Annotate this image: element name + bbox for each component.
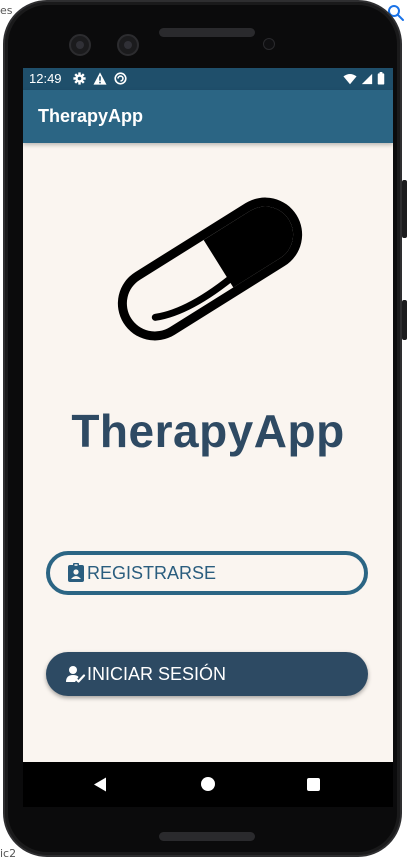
back-icon[interactable] (93, 777, 107, 792)
alert-triangle-icon (93, 72, 107, 85)
toolbar-title: TherapyApp (38, 106, 144, 126)
recents-icon[interactable] (307, 778, 320, 791)
register-button-label: REGISTRARSE (87, 562, 217, 583)
battery-icon (377, 72, 385, 85)
earpiece-speaker (159, 28, 255, 37)
status-bar: 12:49 (23, 68, 393, 90)
login-button[interactable]: INICIAR SESIÓN (46, 652, 368, 696)
front-camera-icon (117, 34, 139, 56)
home-icon[interactable] (201, 777, 215, 791)
status-time: 12:49 (29, 71, 62, 86)
device-screen: 12:49 TherapyApp TherapyApp REGISTRARSE … (23, 68, 393, 807)
sync-circle-icon (114, 72, 127, 85)
front-camera-icon (69, 34, 91, 56)
app-name-heading: TherapyApp (71, 405, 345, 457)
power-button (402, 180, 407, 238)
bottom-speaker (159, 832, 255, 841)
signal-icon (361, 73, 373, 84)
pill-capsule-icon (117, 197, 303, 341)
proximity-sensor (263, 38, 275, 50)
wifi-icon (343, 73, 357, 84)
volume-button (402, 300, 407, 340)
id-badge-icon (66, 563, 86, 583)
phone-frame: 12:49 TherapyApp TherapyApp REGISTRARSE … (3, 0, 402, 857)
gear-icon (73, 72, 86, 85)
system-navigation-bar (23, 762, 393, 807)
register-button[interactable]: REGISTRARSE (46, 551, 368, 595)
login-button-label: INICIAR SESIÓN (87, 663, 227, 684)
app-toolbar: TherapyApp (23, 90, 393, 143)
background-text-fragment: es (0, 4, 13, 17)
person-check-icon (66, 664, 86, 684)
background-text-fragment: ic2 (0, 847, 17, 860)
